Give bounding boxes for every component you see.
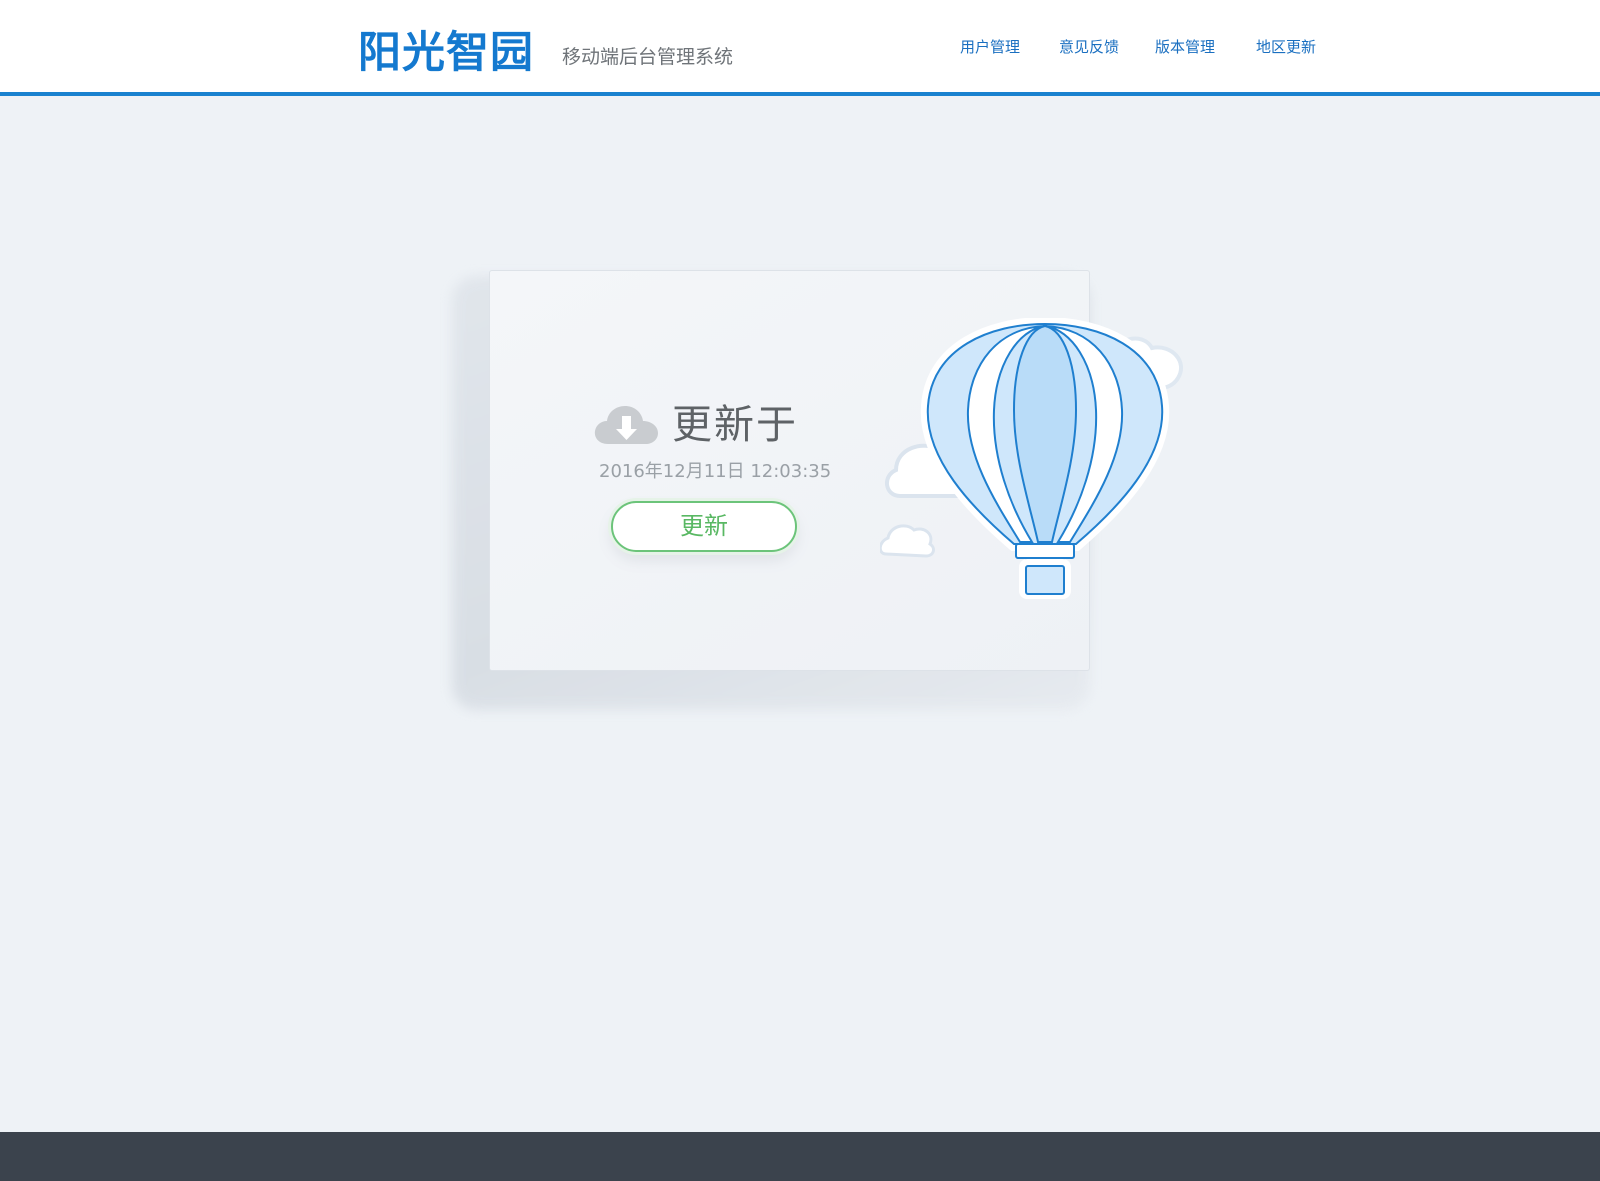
logo: 阳光智园 — [358, 28, 534, 78]
balloon-envelope — [920, 318, 1170, 551]
nav-region-update[interactable]: 地区更新 — [1256, 36, 1316, 58]
balloon-basket — [1015, 543, 1075, 599]
system-subtitle: 移动端后台管理系统 — [562, 46, 734, 68]
update-heading: 更新于 — [672, 402, 798, 448]
update-timestamp: 2016年12月11日 12:03:35 — [599, 461, 832, 482]
small-cloud-icon — [880, 524, 935, 558]
footer-bar — [0, 1132, 1600, 1181]
nav-user-management[interactable]: 用户管理 — [960, 36, 1020, 58]
nav-feedback[interactable]: 意见反馈 — [1059, 36, 1119, 58]
nav-version-management[interactable]: 版本管理 — [1155, 36, 1215, 58]
cloud-download-icon — [594, 406, 658, 444]
header-bar: 阳光智园 移动端后台管理系统 用户管理 意见反馈 版本管理 地区更新 — [0, 0, 1600, 96]
update-button[interactable]: 更新 — [611, 501, 797, 552]
hot-air-balloon-illustration — [880, 318, 1183, 599]
